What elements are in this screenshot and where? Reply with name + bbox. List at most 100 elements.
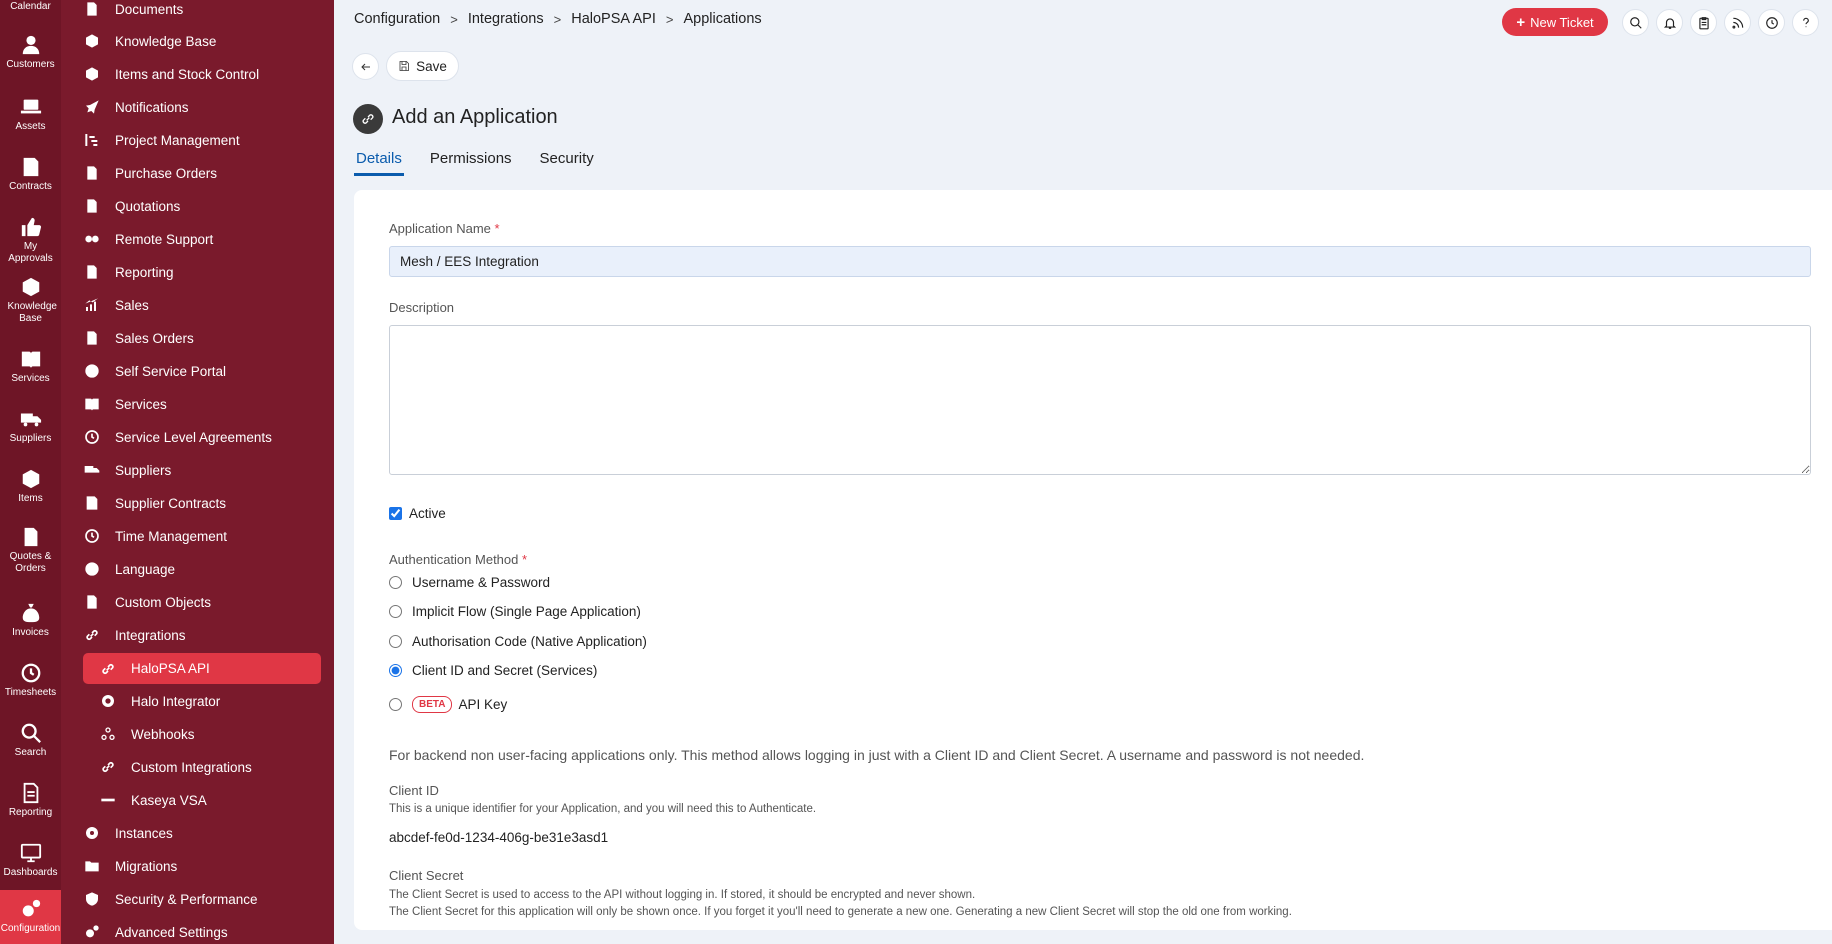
menu-item-halopsa-api[interactable]: HaloPSA API bbox=[83, 653, 321, 684]
tab-details[interactable]: Details bbox=[354, 150, 404, 176]
menu-item-sales[interactable]: Sales bbox=[83, 290, 149, 320]
client-id-help: This is a unique identifier for your App… bbox=[389, 803, 817, 815]
webhook-icon bbox=[99, 725, 117, 743]
menu-item-advanced-settings[interactable]: Advanced Settings bbox=[83, 917, 228, 944]
menu-item-instances[interactable]: Instances bbox=[83, 818, 173, 848]
menu-item-items-stock[interactable]: Items and Stock Control bbox=[83, 59, 259, 89]
menu-item-custom-objects[interactable]: Custom Objects bbox=[83, 587, 211, 617]
menu-item-label: Integrations bbox=[115, 627, 186, 643]
breadcrumb-applications[interactable]: Applications bbox=[683, 11, 761, 27]
menu-item-self-service-portal[interactable]: Self Service Portal bbox=[83, 356, 226, 386]
rail-invoices[interactable]: Invoices bbox=[0, 602, 61, 639]
menu-item-security-performance[interactable]: Security & Performance bbox=[83, 884, 258, 914]
gears-icon bbox=[83, 923, 101, 941]
menu-item-supplier-contracts[interactable]: Supplier Contracts bbox=[83, 488, 226, 518]
menu-item-documents[interactable]: Documents bbox=[83, 0, 183, 24]
breadcrumb-halopsa-api[interactable]: HaloPSA API bbox=[571, 11, 656, 27]
auth-option-label: API Key bbox=[458, 697, 508, 712]
auth-option-authorisation-code[interactable]: Authorisation Code (Native Application) bbox=[389, 634, 647, 649]
rail-dashboards[interactable]: Dashboards bbox=[0, 842, 61, 879]
auth-method-label-text: Authentication Method bbox=[389, 552, 519, 567]
breadcrumb-integrations[interactable]: Integrations bbox=[468, 11, 544, 27]
quote-document-icon bbox=[83, 197, 101, 215]
required-marker: * bbox=[494, 221, 500, 236]
thumbs-up-icon bbox=[21, 217, 41, 237]
rail-configuration[interactable]: Configuration bbox=[0, 890, 61, 944]
menu-item-label: Webhooks bbox=[131, 726, 195, 742]
menu-item-remote-support[interactable]: Remote Support bbox=[83, 224, 213, 254]
auth-radio[interactable] bbox=[389, 576, 402, 589]
description-textarea[interactable] bbox=[389, 325, 1811, 475]
search-icon bbox=[21, 723, 41, 743]
active-checkbox[interactable] bbox=[389, 507, 402, 520]
menu-item-time-management[interactable]: Time Management bbox=[83, 521, 227, 551]
application-name-input[interactable] bbox=[389, 246, 1811, 277]
menu-item-reporting[interactable]: Reporting bbox=[83, 257, 174, 287]
help-button[interactable] bbox=[1792, 9, 1819, 36]
auth-radio[interactable] bbox=[389, 698, 402, 711]
rail-items[interactable]: Items bbox=[0, 468, 61, 505]
rail-search[interactable]: Search bbox=[0, 722, 61, 759]
rail-calendar[interactable]: Calendar bbox=[0, 0, 61, 13]
auth-radio[interactable] bbox=[389, 635, 402, 648]
plus-icon: + bbox=[1516, 13, 1526, 31]
feed-button[interactable] bbox=[1724, 9, 1751, 36]
breadcrumb: Configuration > Integrations > HaloPSA A… bbox=[354, 11, 762, 27]
rail-knowledge-base[interactable]: Knowledge Base bbox=[0, 276, 61, 325]
money-bag-icon bbox=[22, 603, 39, 623]
auth-option-client-id-secret[interactable]: Client ID and Secret (Services) bbox=[389, 663, 597, 678]
menu-item-label: Items and Stock Control bbox=[115, 66, 260, 82]
auth-option-username-password[interactable]: Username & Password bbox=[389, 575, 550, 590]
shield-icon bbox=[83, 890, 101, 908]
rail-contracts[interactable]: Contracts bbox=[0, 156, 61, 193]
new-ticket-button[interactable]: + New Ticket bbox=[1502, 8, 1608, 36]
rail-quotes-orders[interactable]: Quotes & Orders bbox=[0, 526, 61, 575]
menu-item-services[interactable]: Services bbox=[83, 389, 167, 419]
save-button[interactable]: Save bbox=[386, 51, 459, 81]
menu-item-webhooks[interactable]: Webhooks bbox=[99, 719, 195, 749]
menu-item-label: HaloPSA API bbox=[131, 661, 210, 676]
auth-option-implicit-flow[interactable]: Implicit Flow (Single Page Application) bbox=[389, 604, 641, 619]
auth-radio[interactable] bbox=[389, 664, 402, 677]
menu-item-label: Instances bbox=[115, 825, 173, 841]
menu-item-sales-orders[interactable]: Sales Orders bbox=[83, 323, 194, 353]
menu-item-label: Suppliers bbox=[115, 462, 172, 478]
rail-services[interactable]: Services bbox=[0, 348, 61, 385]
menu-item-purchase-orders[interactable]: Purchase Orders bbox=[83, 158, 217, 188]
clipboard-button[interactable] bbox=[1690, 9, 1717, 36]
rail-assets[interactable]: Assets bbox=[0, 96, 61, 133]
history-button[interactable] bbox=[1758, 9, 1785, 36]
menu-item-integrations[interactable]: Integrations bbox=[83, 620, 186, 650]
globe-icon bbox=[83, 560, 101, 578]
menu-item-migrations[interactable]: Migrations bbox=[83, 851, 177, 881]
notifications-button[interactable] bbox=[1656, 9, 1683, 36]
active-checkbox-row[interactable]: Active bbox=[389, 506, 446, 521]
book-icon bbox=[22, 277, 39, 297]
rail-customers[interactable]: Customers bbox=[0, 34, 61, 71]
menu-item-label: Documents bbox=[115, 1, 184, 17]
rail-reporting[interactable]: Reporting bbox=[0, 782, 61, 819]
menu-item-project-management[interactable]: Project Management bbox=[83, 125, 240, 155]
tab-security[interactable]: Security bbox=[538, 150, 596, 176]
rail-timesheets[interactable]: Timesheets bbox=[0, 662, 61, 699]
rail-suppliers[interactable]: Suppliers bbox=[0, 408, 61, 445]
menu-item-halo-integrator[interactable]: Halo Integrator bbox=[99, 686, 220, 716]
menu-item-custom-integrations[interactable]: Custom Integrations bbox=[99, 752, 252, 782]
rail-my-approvals[interactable]: My Approvals bbox=[0, 216, 61, 265]
tab-permissions[interactable]: Permissions bbox=[428, 150, 514, 176]
menu-item-kaseya-vsa[interactable]: Kaseya VSA bbox=[99, 785, 207, 815]
menu-item-language[interactable]: Language bbox=[83, 554, 175, 584]
back-button[interactable] bbox=[352, 53, 379, 80]
menu-item-label: Supplier Contracts bbox=[115, 495, 227, 511]
search-button[interactable] bbox=[1622, 9, 1649, 36]
breadcrumb-configuration[interactable]: Configuration bbox=[354, 11, 440, 27]
menu-item-quotations[interactable]: Quotations bbox=[83, 191, 180, 221]
menu-item-knowledge-base[interactable]: Knowledge Base bbox=[83, 26, 216, 56]
auth-method-note: For backend non user-facing applications… bbox=[389, 747, 1365, 763]
auth-radio[interactable] bbox=[389, 605, 402, 618]
menu-item-suppliers[interactable]: Suppliers bbox=[83, 455, 171, 485]
menu-item-sla[interactable]: Service Level Agreements bbox=[83, 422, 272, 452]
auth-option-api-key[interactable]: BETA API Key bbox=[389, 696, 507, 713]
integrator-icon bbox=[99, 692, 117, 710]
menu-item-notifications[interactable]: Notifications bbox=[83, 92, 189, 122]
